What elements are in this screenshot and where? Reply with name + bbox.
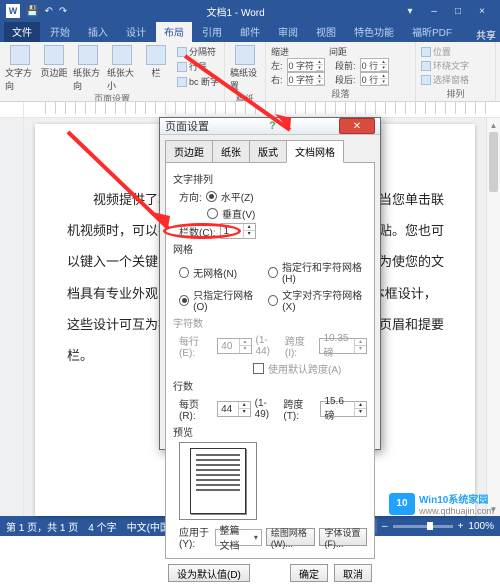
chars-per-line-label: 每行(E): xyxy=(179,333,213,359)
draw-grid-button[interactable]: 绘图网格(W)... xyxy=(266,528,316,546)
chars-range: (1-44) xyxy=(256,335,281,357)
lines-per-page-label: 每页(R): xyxy=(179,396,213,422)
margins-button[interactable]: 页边距 xyxy=(39,45,69,79)
radio-vertical-label: 垂直(V) xyxy=(222,206,255,221)
position-button: 位置 xyxy=(421,45,490,58)
chars-span-label: 跨度(I): xyxy=(285,333,316,359)
vertical-ruler[interactable] xyxy=(0,118,24,516)
tab-design[interactable]: 设计 xyxy=(118,22,154,42)
set-default-button[interactable]: 设为默认值(D) xyxy=(168,564,250,582)
section-lines: 行数 xyxy=(173,378,367,393)
tab-view[interactable]: 视图 xyxy=(308,22,344,42)
ribbon-group-arrange: 位置 环绕文字 选择窗格 排列 xyxy=(416,42,496,101)
selection-pane-button: 选择窗格 xyxy=(421,73,490,86)
tab-special[interactable]: 特色功能 xyxy=(346,22,402,42)
preview-page-icon xyxy=(190,448,246,514)
radio-char-grid-label: 指定行和字符网格(H) xyxy=(282,259,367,285)
word-icon: W xyxy=(6,4,20,18)
tab-pdf[interactable]: 福昕PDF xyxy=(404,22,460,42)
watermark-badge-icon: 10 xyxy=(389,493,415,515)
radio-align-grid[interactable] xyxy=(268,295,278,306)
size-button[interactable]: 纸张大小 xyxy=(107,45,137,92)
watermark-title: Win10系统家园 xyxy=(419,491,494,506)
radio-vertical[interactable] xyxy=(207,208,218,219)
radio-line-grid[interactable] xyxy=(179,295,189,306)
checkbox-default-span-label: 使用默认跨度(A) xyxy=(268,361,341,376)
space-before-input[interactable]: 0 行▴▾ xyxy=(360,58,390,72)
dialog-body: 文字排列 方向: 水平(Z) 垂直(V) 栏数(C): 1▴▾ 网格 无网格(N… xyxy=(165,162,375,559)
radio-horizontal-label: 水平(Z) xyxy=(221,189,254,204)
zoom-out-button[interactable]: – xyxy=(382,521,388,532)
dialog-buttons: 设为默认值(D) 确定 取消 xyxy=(160,559,380,587)
tab-mailings[interactable]: 邮件 xyxy=(232,22,268,42)
qat-undo-icon[interactable]: ↶ xyxy=(44,6,52,17)
radio-horizontal[interactable] xyxy=(206,191,217,202)
tab-review[interactable]: 审阅 xyxy=(270,22,306,42)
vertical-scrollbar[interactable]: ▲ ▼ xyxy=(486,118,500,516)
group-label-arrange: 排列 xyxy=(421,87,490,100)
tab-file[interactable]: 文件 xyxy=(4,22,40,42)
annotation-ellipse xyxy=(163,223,241,239)
zoom-in-button[interactable]: + xyxy=(458,521,464,532)
zoom-slider[interactable] xyxy=(393,525,453,528)
cancel-button[interactable]: 取消 xyxy=(334,564,372,582)
lines-per-page-input[interactable]: 44▴▾ xyxy=(217,401,251,417)
tab-references[interactable]: 引用 xyxy=(194,22,230,42)
radio-no-grid-label: 无网格(N) xyxy=(193,265,264,280)
window-close-icon[interactable]: × xyxy=(470,6,494,17)
checkbox-default-span xyxy=(253,363,264,374)
text-direction-button[interactable]: 文字方向 xyxy=(5,45,35,92)
status-page[interactable]: 第 1 页，共 1 页 xyxy=(6,519,78,534)
apply-to-select[interactable]: 整篇文档 xyxy=(215,529,262,546)
window-maximize-icon[interactable]: □ xyxy=(446,6,470,17)
chars-per-line-input: 40▴▾ xyxy=(217,338,251,354)
spacing-heading: 间距 xyxy=(329,45,347,58)
ok-button[interactable]: 确定 xyxy=(290,564,328,582)
scroll-thumb[interactable] xyxy=(489,132,498,192)
tab-insert[interactable]: 插入 xyxy=(80,22,116,42)
space-before-label: 段前: xyxy=(335,59,356,72)
section-grid: 网格 xyxy=(173,241,367,256)
watermark: 10 Win10系统家园 www.qdhuajin.com xyxy=(389,491,494,516)
share-button[interactable]: 共享 xyxy=(476,27,496,42)
font-settings-button[interactable]: 字体设置(F)... xyxy=(319,528,367,546)
radio-align-grid-label: 文字对齐字符网格(X) xyxy=(282,287,367,313)
section-preview: 预览 xyxy=(173,424,367,439)
dialog-close-icon[interactable]: ✕ xyxy=(339,118,375,134)
space-after-label: 段后: xyxy=(335,73,356,86)
space-after-input[interactable]: 0 行▴▾ xyxy=(360,72,390,86)
annotation-arrow-1 xyxy=(175,48,325,148)
radio-no-grid[interactable] xyxy=(179,267,189,278)
lines-range: (1-49) xyxy=(255,398,280,420)
title-bar: W 💾 ↶ ↷ 文档1 - Word ▾ – □ × xyxy=(0,0,500,22)
radio-line-grid-label: 只指定行网格(O) xyxy=(193,287,264,313)
ribbon-tabs: 文件 开始 插入 设计 布局 引用 邮件 审阅 视图 特色功能 福昕PDF 共享 xyxy=(0,22,500,42)
zoom-percent[interactable]: 100% xyxy=(468,521,494,532)
window-minimize-icon[interactable]: – xyxy=(422,6,446,17)
apply-to-label: 应用于(Y): xyxy=(179,524,211,550)
lines-span-label: 跨度(T): xyxy=(283,396,316,422)
columns-button[interactable]: 栏 xyxy=(141,45,171,79)
status-word-count[interactable]: 4 个字 xyxy=(88,519,116,534)
qat-redo-icon[interactable]: ↷ xyxy=(59,6,67,17)
radio-char-grid[interactable] xyxy=(268,267,278,278)
watermark-url: www.qdhuajin.com xyxy=(419,506,494,516)
tab-home[interactable]: 开始 xyxy=(42,22,78,42)
page-setup-dialog: 页面设置 ? ✕ 页边距 纸张 版式 文档网格 文字排列 方向: 水平(Z) 垂… xyxy=(159,117,381,450)
section-chars: 字符数 xyxy=(173,315,367,330)
tab-layout[interactable]: 布局 xyxy=(156,22,192,42)
ribbon-options-icon[interactable]: ▾ xyxy=(398,6,422,17)
chars-span-input: 10.35 磅▴▾ xyxy=(319,338,367,354)
preview-box xyxy=(179,442,257,520)
wrap-text-button: 环绕文字 xyxy=(421,59,490,72)
scroll-up-icon[interactable]: ▲ xyxy=(487,118,500,132)
lines-span-input[interactable]: 15.6 磅▴▾ xyxy=(320,401,367,417)
section-text-direction: 文字排列 xyxy=(173,171,367,186)
document-title: 文档1 - Word xyxy=(73,4,398,19)
qat-save-icon[interactable]: 💾 xyxy=(26,6,38,17)
orientation-button[interactable]: 纸张方向 xyxy=(73,45,103,92)
